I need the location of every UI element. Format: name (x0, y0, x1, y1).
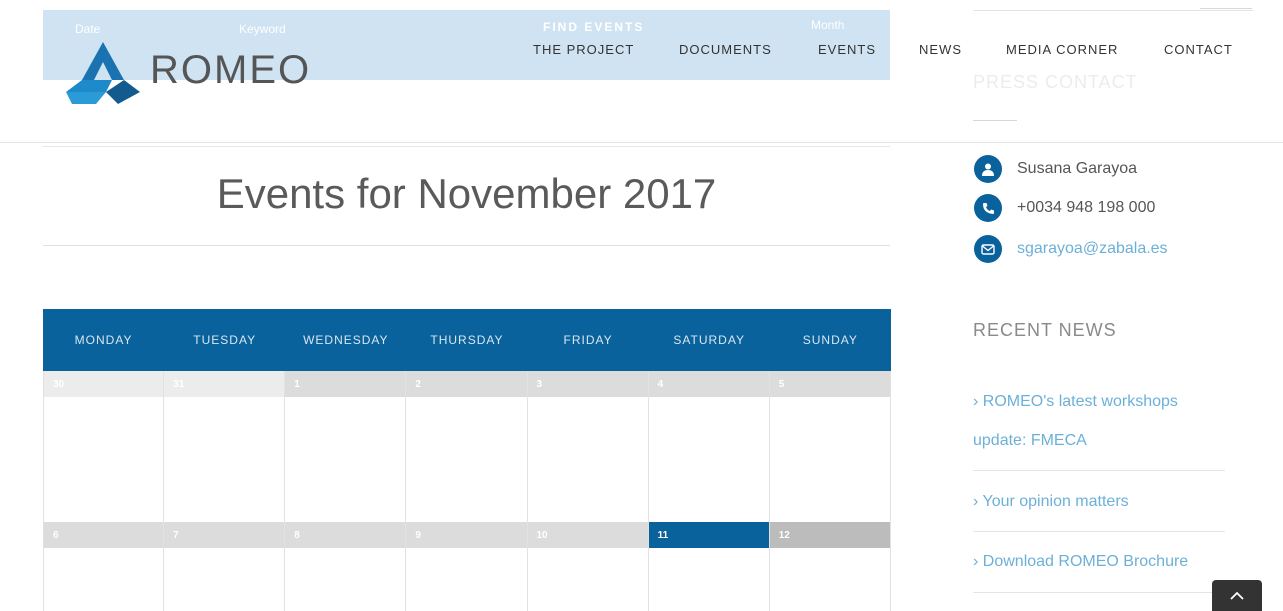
site-logo[interactable]: ROMEO (66, 40, 326, 106)
nav-media-corner[interactable]: MEDIA CORNER (1006, 42, 1118, 57)
page-title: Events for November 2017 (216, 170, 717, 217)
day-number: 1 (285, 371, 406, 397)
calendar-week: 30 31 1 2 3 4 5 (43, 371, 891, 522)
news-divider (973, 592, 1225, 593)
day-number: 2 (406, 371, 527, 397)
header-divider (0, 142, 1283, 143)
day-number: 5 (769, 371, 890, 397)
calendar-day[interactable]: 6 (43, 522, 165, 611)
content-top-divider (43, 146, 890, 147)
day-number: 6 (44, 522, 164, 548)
sidebar-top-box (1200, 8, 1252, 12)
day-number: 30 (44, 371, 164, 397)
calendar-day[interactable]: 8 (285, 522, 407, 611)
filter-keyword-label[interactable]: Keyword (239, 22, 286, 36)
day-number: 4 (648, 371, 769, 397)
contact-name: Susana Garayoa (1017, 160, 1138, 177)
day-number: 31 (164, 371, 285, 397)
news-link[interactable]: › ROMEO's latest workshops update: FMECA (973, 382, 1225, 460)
news-bullet: › (973, 553, 979, 570)
nav-contact[interactable]: CONTACT (1164, 42, 1233, 57)
day-number: 11 (648, 522, 769, 548)
news-title: Download ROMEO Brochure (982, 553, 1189, 570)
day-number: 12 (769, 522, 890, 548)
weekday-wednesday: WEDNESDAY (303, 333, 389, 347)
calendar-day[interactable]: 1 (285, 371, 407, 522)
news-bullet: › (973, 393, 979, 410)
weekday-sunday: SUNDAY (802, 333, 858, 347)
nav-events[interactable]: EVENTS (818, 42, 876, 57)
recent-news-title: RECENT NEWS (973, 320, 1117, 340)
calendar-day[interactable]: 31 (164, 371, 286, 522)
contact-name-row: Susana Garayoa (974, 155, 1137, 183)
calendar-header: MONDAY TUESDAY WEDNESDAY THURSDAY FRIDAY… (43, 309, 891, 371)
chevron-up-icon (1230, 591, 1244, 600)
title-divider (43, 245, 890, 246)
nav-the-project[interactable]: THE PROJECT (533, 42, 634, 57)
calendar-day[interactable]: 9 (406, 522, 528, 611)
calendar-day-today[interactable]: 11 (648, 522, 770, 611)
news-link[interactable]: › Your opinion matters (973, 482, 1225, 521)
user-icon (974, 155, 1002, 183)
weekday-tuesday: TUESDAY (193, 333, 257, 347)
logo-wordmark: ROMEO (150, 48, 312, 92)
day-number: 3 (527, 371, 648, 397)
romeo-logo-icon (66, 42, 140, 104)
contact-phone: +0034 948 198 000 (1017, 199, 1156, 216)
calendar-day[interactable]: 10 (527, 522, 649, 611)
find-events-button[interactable]: FIND EVENTS (543, 20, 644, 34)
weekday-monday: MONDAY (74, 333, 133, 347)
news-title: ROMEO's latest workshops update: FMECA (973, 393, 1178, 449)
news-divider (973, 470, 1225, 471)
day-number: 10 (527, 522, 648, 548)
calendar-day[interactable]: 2 (406, 371, 528, 522)
news-link[interactable]: › Download ROMEO Brochure (973, 542, 1225, 581)
nav-news[interactable]: NEWS (919, 42, 962, 57)
filter-month-label[interactable]: Month (811, 18, 844, 32)
calendar-day[interactable]: 5 (769, 371, 891, 522)
filter-date-label[interactable]: Date (75, 22, 100, 36)
contact-email-row: sgarayoa@zabala.es (974, 235, 1168, 263)
news-title: Your opinion matters (982, 493, 1129, 510)
calendar-week: 6 7 8 9 10 11 12 (43, 522, 891, 611)
day-number: 8 (285, 522, 406, 548)
press-contact-underline (973, 120, 1017, 121)
calendar-day[interactable]: 12 (769, 522, 891, 611)
day-number: 9 (406, 522, 527, 548)
weekday-friday: FRIDAY (563, 333, 613, 347)
contact-email-link[interactable]: sgarayoa@zabala.es (1017, 240, 1168, 258)
news-divider (973, 531, 1225, 532)
mail-icon (974, 235, 1002, 263)
weekday-thursday: THURSDAY (430, 333, 504, 347)
news-bullet: › (973, 493, 979, 510)
calendar-day[interactable]: 4 (648, 371, 770, 522)
press-contact-title: PRESS CONTACT (973, 72, 1138, 92)
day-number: 7 (164, 522, 285, 548)
month-calendar: MONDAY TUESDAY WEDNESDAY THURSDAY FRIDAY… (43, 309, 891, 611)
nav-documents[interactable]: DOCUMENTS (679, 42, 772, 57)
back-to-top-button[interactable] (1212, 580, 1262, 611)
contact-phone-row: +0034 948 198 000 (974, 194, 1155, 222)
phone-icon (974, 194, 1002, 222)
calendar-day[interactable]: 3 (527, 371, 649, 522)
calendar-day[interactable]: 30 (43, 371, 165, 522)
weekday-saturday: SATURDAY (673, 333, 745, 347)
calendar-day[interactable]: 7 (164, 522, 286, 611)
